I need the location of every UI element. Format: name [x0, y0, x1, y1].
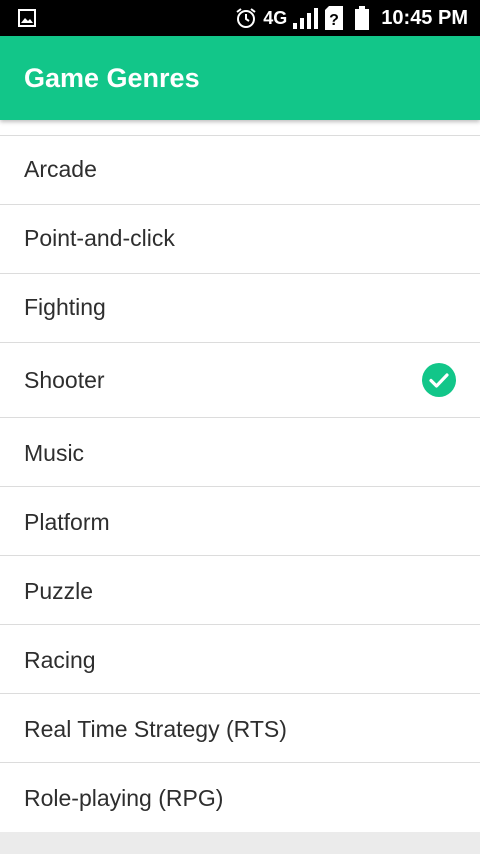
list-item-platform[interactable]: Platform [0, 486, 480, 555]
svg-text:?: ? [329, 12, 339, 29]
list-item-racing[interactable]: Racing [0, 624, 480, 693]
genre-list[interactable]: Arcade Point-and-click Fighting Shooter … [0, 120, 480, 832]
image-notification-icon [18, 9, 36, 27]
list-item-label: Platform [24, 509, 110, 535]
alarm-icon [236, 8, 256, 28]
list-item-point-and-click[interactable]: Point-and-click [0, 204, 480, 273]
app-bar: Game Genres [0, 36, 480, 120]
list-item-label: Point-and-click [24, 225, 175, 251]
list-item-music[interactable]: Music [0, 417, 480, 486]
unknown-sim-icon: ? [325, 6, 344, 30]
list-item-partial [0, 120, 480, 136]
network-type: 4G [263, 7, 288, 28]
list-item-arcade[interactable]: Arcade [0, 135, 480, 204]
list-item-label: Role-playing (RPG) [24, 785, 224, 811]
list-item-puzzle[interactable]: Puzzle [0, 555, 480, 624]
page-title: Game Genres [24, 63, 200, 93]
signal-icon [293, 8, 319, 29]
clock: 10:45 PM [381, 6, 468, 29]
list-item-label: Music [24, 440, 85, 466]
list-item-label: Arcade [24, 156, 97, 182]
status-bar: 4G ? 10:45 PM [0, 0, 480, 36]
list-item-label: Real Time Strategy (RTS) [24, 716, 287, 742]
checkmark-icon [422, 363, 456, 397]
list-item-rts[interactable]: Real Time Strategy (RTS) [0, 693, 480, 762]
list-item-fighting[interactable]: Fighting [0, 273, 480, 342]
battery-icon [355, 6, 370, 30]
list-item-label: Puzzle [24, 578, 94, 604]
status-icons: 4G ? 10:45 PM [235, 0, 468, 36]
list-item-label: Racing [24, 647, 96, 673]
list-item-shooter[interactable]: Shooter [0, 342, 480, 417]
list-item-rpg[interactable]: Role-playing (RPG) [0, 762, 480, 832]
list-item-label: Shooter [24, 367, 105, 393]
list-item-label: Fighting [24, 294, 106, 320]
